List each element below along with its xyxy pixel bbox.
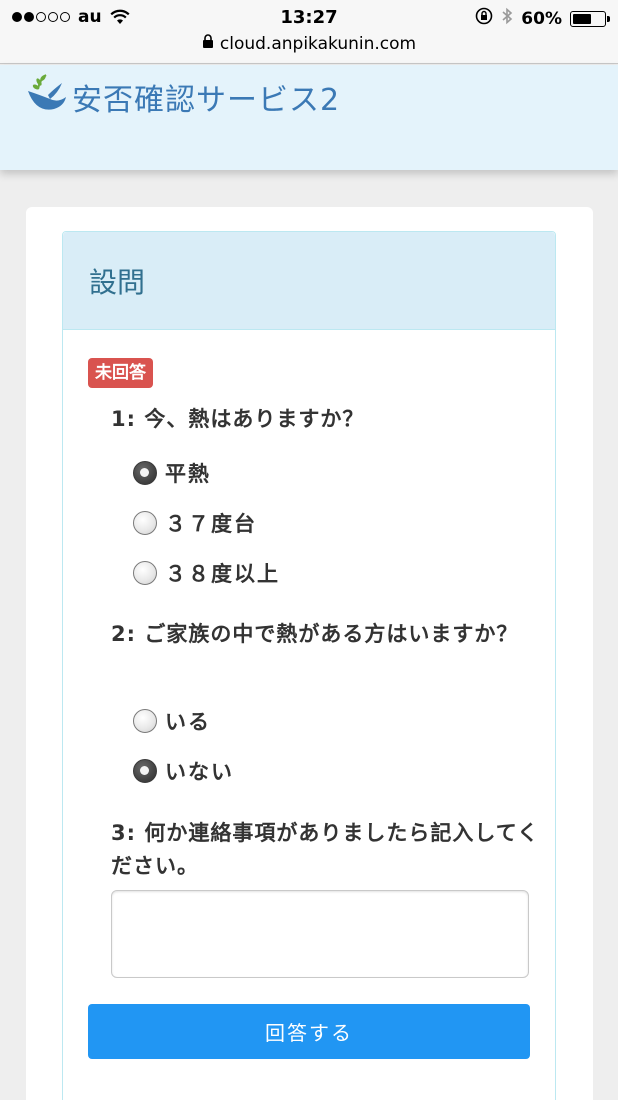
option-label: 平熱: [165, 462, 211, 486]
site-header: 安否確認サービス2: [0, 65, 618, 170]
lock-icon: [202, 34, 214, 54]
radio-button[interactable]: [133, 759, 157, 783]
battery-percent: 60%: [521, 8, 562, 29]
q2-option-no[interactable]: いない: [133, 756, 234, 786]
question-1-number: 1:: [111, 407, 137, 431]
radio-button[interactable]: [133, 561, 157, 585]
url-bar-inner: cloud.anpikakunin.com: [202, 34, 416, 54]
q1-option-normal[interactable]: 平熱: [133, 458, 211, 488]
url-text: cloud.anpikakunin.com: [219, 34, 417, 54]
question-3: 3: 何か連絡事項がありましたら記入してください。: [111, 817, 541, 883]
question-1-text: 今、熱はありますか？: [144, 407, 365, 431]
option-label: ３７度台: [165, 512, 257, 536]
radio-button[interactable]: [133, 511, 157, 535]
question-1: 1: 今、熱はありますか？: [111, 403, 541, 436]
panel-title: 設問: [63, 232, 555, 330]
radio-button[interactable]: [133, 461, 157, 485]
question-3-number: 3:: [111, 821, 137, 845]
notes-textarea[interactable]: [111, 890, 529, 978]
site-logo[interactable]: 安否確認サービス2: [24, 73, 340, 121]
battery-icon: [570, 10, 610, 27]
radio-button[interactable]: [133, 709, 157, 733]
logo-text: 安否確認サービス2: [72, 83, 341, 118]
battery-fill: [573, 13, 591, 24]
q2-option-yes[interactable]: いる: [133, 706, 211, 736]
dove-logo-icon: [24, 73, 68, 121]
option-label: いる: [165, 710, 211, 734]
submit-answer-button[interactable]: 回答する: [88, 1004, 530, 1059]
status-right: 60%: [475, 7, 610, 30]
bluetooth-icon: [501, 7, 513, 30]
question-2: 2: ご家族の中で熱がある方はいますか？: [111, 618, 541, 651]
orientation-lock-icon: [475, 7, 493, 30]
option-label: いない: [165, 760, 234, 784]
main-card: 設問 未回答 1: 今、熱はありますか？ 平熱 ３７度台 ３８度以上 2: ご家…: [26, 207, 593, 1100]
url-bar[interactable]: cloud.anpikakunin.com: [0, 34, 618, 64]
question-2-number: 2:: [111, 622, 137, 646]
question-panel: 設問 未回答 1: 今、熱はありますか？ 平熱 ３７度台 ３８度以上 2: ご家…: [62, 231, 556, 1100]
ios-status-bar: au 13:27 60%: [0, 0, 618, 34]
q1-option-38[interactable]: ３８度以上: [133, 558, 280, 588]
question-3-text: 何か連絡事項がありましたら記入してください。: [111, 821, 540, 878]
status-badge: 未回答: [88, 358, 153, 388]
option-label: ３８度以上: [165, 562, 280, 586]
question-2-text: ご家族の中で熱がある方はいますか？: [144, 622, 519, 646]
q1-option-37[interactable]: ３７度台: [133, 508, 257, 538]
